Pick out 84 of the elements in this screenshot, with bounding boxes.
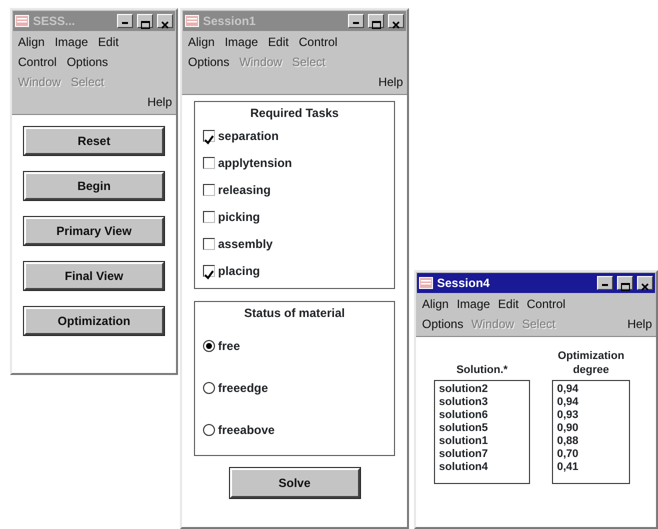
close-button[interactable] [157, 14, 173, 28]
action-button[interactable]: Optimization [24, 307, 164, 335]
checkbox[interactable] [203, 184, 215, 196]
menu-item[interactable]: Help [378, 73, 403, 91]
maximize-button[interactable] [368, 14, 384, 28]
app-icon [185, 15, 199, 27]
window-title: Session1 [203, 13, 257, 30]
menu-item[interactable]: Control [298, 33, 338, 51]
app-icon [15, 15, 29, 27]
list-item[interactable]: 0,90 [557, 422, 625, 435]
maximize-button[interactable] [137, 14, 153, 28]
window-title: SESS... [33, 13, 76, 30]
minimize-icon [353, 22, 359, 24]
app-icon [419, 277, 433, 289]
list-item[interactable]: solution1 [439, 435, 525, 448]
radio-button[interactable] [203, 382, 215, 394]
checkbox[interactable] [203, 210, 215, 222]
window-title: Session4 [437, 275, 491, 292]
minimize-button[interactable] [117, 14, 133, 28]
menu-item[interactable]: Options [422, 315, 464, 333]
group-title: Required Tasks [249, 105, 340, 122]
menu-item[interactable]: Align [188, 33, 215, 51]
menu-item[interactable]: Image [456, 295, 490, 313]
menu-item[interactable]: Help [627, 315, 652, 333]
menu-item[interactable]: Edit [268, 33, 289, 51]
list-item[interactable]: 0,94 [557, 396, 625, 409]
list-item[interactable]: solution7 [439, 448, 525, 461]
list-item[interactable]: solution4 [439, 461, 525, 474]
menu-item[interactable]: Align [422, 295, 449, 313]
solve-button[interactable]: Solve [230, 468, 360, 498]
radio-button[interactable] [203, 424, 215, 436]
list-item[interactable]: solution2 [439, 383, 525, 396]
column-heading: Optimization degree [556, 349, 626, 377]
menu-item[interactable]: Image [224, 33, 258, 51]
checkbox-label: applytension [218, 154, 292, 172]
list-item[interactable]: 0,94 [557, 383, 625, 396]
menu-item[interactable]: Control [526, 295, 566, 313]
menu-item[interactable]: Edit [498, 295, 519, 313]
menu-item[interactable]: Control [18, 53, 57, 71]
menu-item[interactable]: Help [147, 93, 172, 111]
list-item[interactable]: 0,70 [557, 448, 625, 461]
checkbox-label: separation [218, 128, 279, 144]
action-button[interactable]: Final View [24, 262, 164, 290]
radio-label: freeabove [218, 422, 275, 438]
menu-item[interactable]: Options [66, 53, 108, 71]
menu-item[interactable]: Image [54, 33, 88, 51]
minimize-button[interactable] [597, 276, 613, 290]
close-button[interactable] [637, 276, 653, 290]
list-item[interactable]: solution5 [439, 422, 525, 435]
list-item[interactable]: 0,93 [557, 409, 625, 422]
checkbox-label: releasing [218, 182, 271, 198]
checkbox-label: picking [218, 208, 260, 226]
action-button[interactable]: Primary View [24, 217, 164, 245]
close-icon [641, 282, 649, 291]
list-item[interactable]: solution3 [439, 396, 525, 409]
close-button[interactable] [388, 14, 404, 28]
minimize-icon [602, 284, 608, 286]
action-button[interactable]: Reset [24, 127, 164, 155]
checkbox[interactable] [203, 156, 215, 168]
maximize-icon [140, 20, 150, 29]
checkbox[interactable] [203, 238, 215, 250]
minimize-icon [122, 22, 128, 24]
maximize-icon [372, 20, 380, 29]
menu-item[interactable]: Edit [98, 33, 119, 51]
minimize-button[interactable] [348, 14, 364, 28]
close-icon [161, 20, 169, 29]
maximize-icon [620, 282, 630, 291]
column-heading: Solution.* [455, 363, 509, 377]
group-title: Status of material [243, 305, 346, 322]
checkbox[interactable] [203, 264, 215, 276]
menu-item[interactable]: Options [188, 53, 230, 71]
action-button[interactable]: Begin [24, 172, 164, 200]
list-item[interactable]: 0,41 [557, 461, 625, 474]
radio-label: free [218, 338, 240, 354]
checkbox-label: assembly [218, 236, 273, 252]
list-item[interactable]: solution6 [439, 409, 525, 422]
checkbox[interactable] [203, 130, 215, 142]
list-item[interactable]: 0,88 [557, 435, 625, 448]
radio-label: freeedge [218, 380, 268, 396]
close-icon [392, 20, 400, 29]
maximize-button[interactable] [617, 276, 633, 290]
checkbox-label: placing [218, 262, 260, 280]
radio-button[interactable] [203, 340, 215, 352]
menu-item[interactable]: Align [18, 33, 45, 51]
